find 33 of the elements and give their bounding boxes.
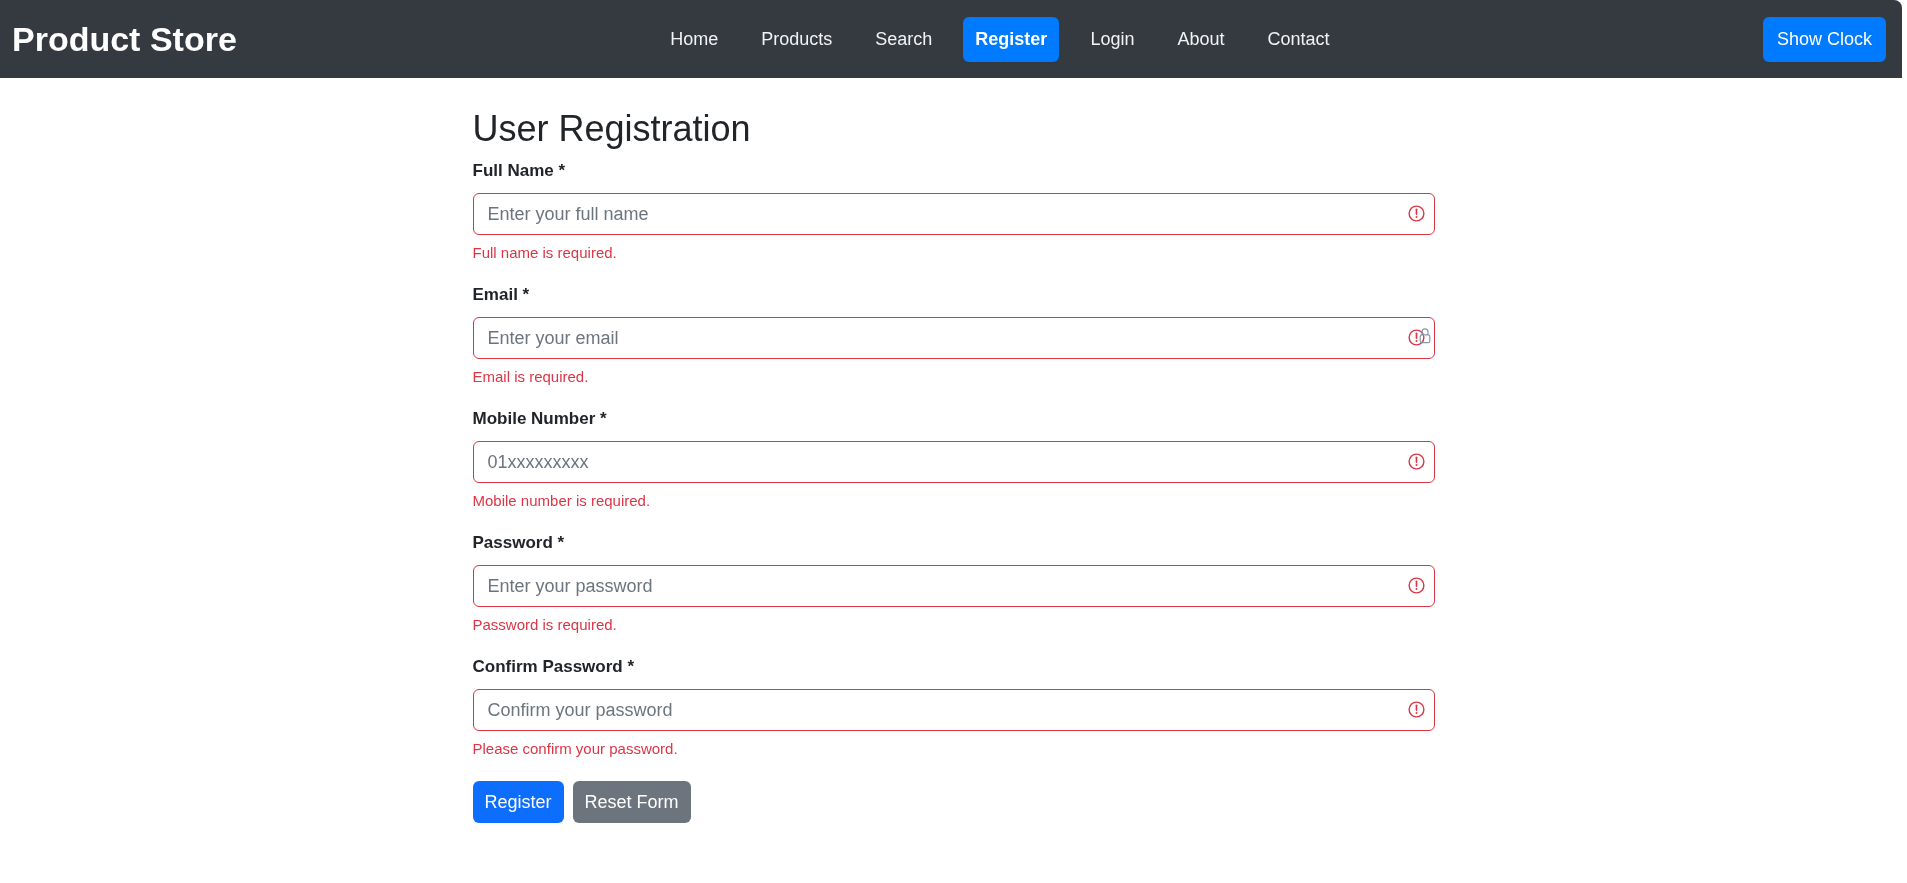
nav-link[interactable]: Products	[749, 16, 845, 62]
field-label: Password *	[472, 532, 565, 554]
nav-link[interactable]: Login	[1078, 16, 1147, 62]
error-message: Please confirm your password.	[472, 739, 678, 759]
field-label: Confirm Password *	[472, 656, 635, 678]
page-title: User Registration	[472, 107, 751, 150]
nav-link[interactable]: Home	[658, 16, 731, 62]
input-field[interactable]: Enter your full name	[472, 193, 1435, 235]
nav-link[interactable]: Register	[963, 16, 1060, 62]
nav-link[interactable]: Contact	[1255, 16, 1342, 62]
error-icon	[1407, 701, 1425, 718]
register-button[interactable]: Register	[472, 781, 564, 823]
input-field[interactable]: Enter your password	[472, 565, 1435, 607]
reset-form-button[interactable]: Reset Form	[572, 781, 691, 823]
error-message: Password is required.	[472, 615, 617, 635]
padlock-icon[interactable]	[1418, 327, 1431, 344]
input-field[interactable]: 01xxxxxxxxx	[472, 441, 1435, 483]
error-icon	[1407, 577, 1425, 594]
brand-link[interactable]: Product Store	[12, 22, 237, 56]
input-field[interactable]: Confirm your password	[472, 689, 1435, 731]
field-label: Full Name *	[472, 160, 566, 182]
error-icon	[1407, 453, 1425, 470]
error-message: Full name is required.	[472, 243, 617, 263]
show-clock-button[interactable]: Show Clock	[1762, 16, 1886, 62]
error-message: Email is required.	[472, 367, 589, 387]
nav-link[interactable]: About	[1165, 16, 1237, 62]
error-icon	[1407, 329, 1425, 346]
field-label: Mobile Number *	[472, 408, 607, 430]
error-message: Mobile number is required.	[472, 491, 651, 511]
nav-link[interactable]: Search	[863, 16, 945, 62]
input-field[interactable]: Enter your email	[472, 317, 1435, 359]
field-label: Email *	[472, 284, 530, 306]
error-icon	[1407, 205, 1425, 222]
